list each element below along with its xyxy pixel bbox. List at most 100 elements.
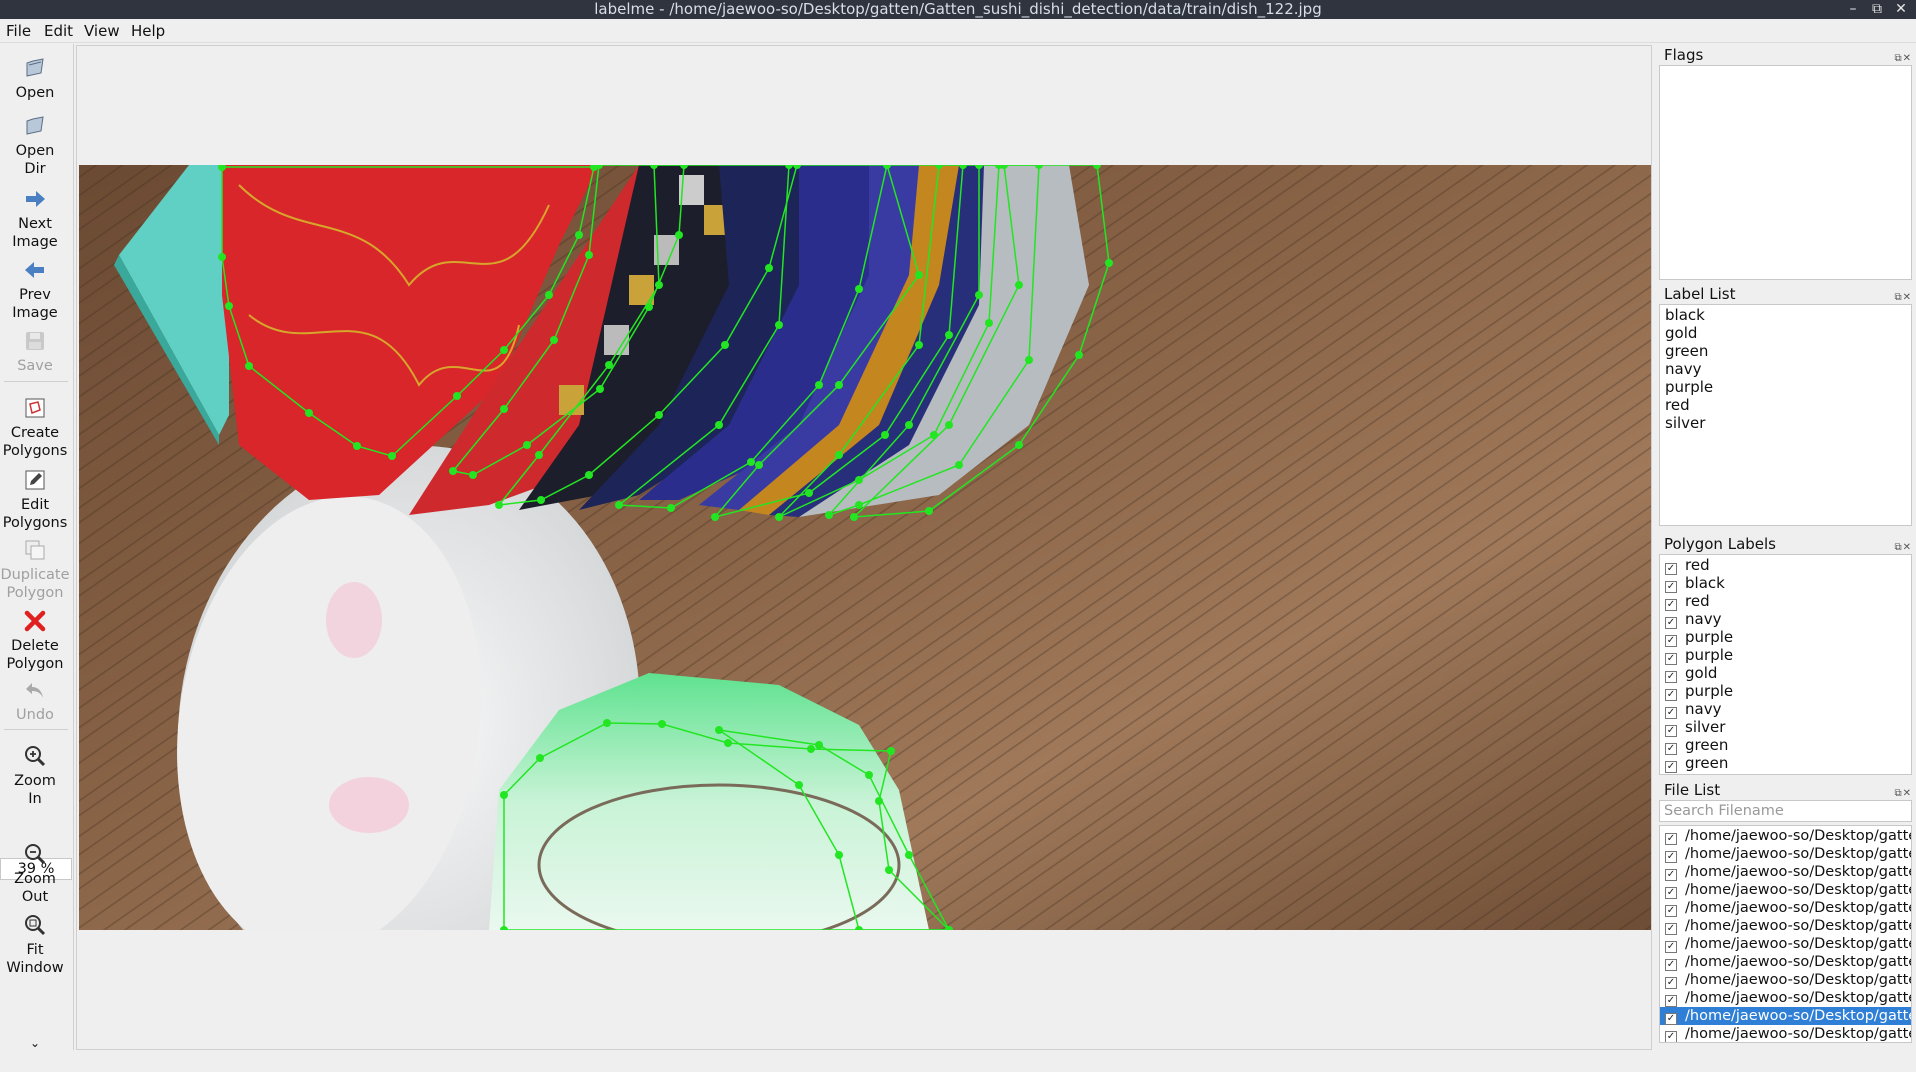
polygon-vertex[interactable]: [495, 501, 503, 509]
polygon-vertex[interactable]: [575, 231, 583, 239]
file-done-checkbox[interactable]: ✓: [1665, 941, 1677, 953]
close-window-button[interactable]: ✕: [1890, 0, 1912, 19]
polygon-vertex[interactable]: [449, 467, 457, 475]
label-list-item[interactable]: purple: [1660, 378, 1911, 396]
polygon-vertex[interactable]: [765, 264, 773, 272]
toolbar-extension-button[interactable]: ⌄: [0, 1034, 70, 1052]
polygon-vertex[interactable]: [500, 346, 508, 354]
menu-help[interactable]: Help: [131, 22, 165, 40]
polygon-vertex[interactable]: [658, 720, 666, 728]
polygon-label-item[interactable]: ✓ purple: [1660, 646, 1911, 665]
file-done-checkbox[interactable]: ✓: [1665, 923, 1677, 935]
file-done-checkbox[interactable]: ✓: [1665, 833, 1677, 845]
menu-edit[interactable]: Edit: [44, 22, 73, 40]
polygon-vertex[interactable]: [585, 471, 593, 479]
visibility-checkbox[interactable]: ✓: [1665, 761, 1677, 773]
polygon-label-item[interactable]: ✓ navy: [1660, 610, 1911, 629]
polygon-vertex[interactable]: [905, 851, 913, 859]
polygon-vertex[interactable]: [795, 781, 803, 789]
polygon-vertex[interactable]: [775, 321, 783, 329]
delete-polygon-button[interactable]: Delete Polygon: [0, 609, 70, 673]
polygon-vertex[interactable]: [225, 302, 233, 310]
polygon-label-item[interactable]: ✓ green: [1660, 754, 1911, 773]
polygon-vertex[interactable]: [815, 741, 823, 749]
polygon-vertex[interactable]: [807, 745, 815, 753]
polygon-vertex[interactable]: [500, 405, 508, 413]
file-done-checkbox[interactable]: ✓: [1665, 959, 1677, 971]
open-button[interactable]: Open: [0, 56, 70, 102]
polygon-vertex[interactable]: [603, 719, 611, 727]
polygon-vertex[interactable]: [711, 513, 719, 521]
polygon-vertex[interactable]: [775, 513, 783, 521]
polygon-vertex[interactable]: [755, 461, 763, 469]
polygon-vertex[interactable]: [535, 451, 543, 459]
undo-button[interactable]: Undo: [0, 678, 70, 724]
dock-float-close-icon[interactable]: ⧉✕: [1894, 49, 1912, 69]
polygon-vertex[interactable]: [453, 392, 461, 400]
file-search-input[interactable]: Search Filename: [1659, 800, 1912, 822]
polygon-vertex[interactable]: [721, 341, 729, 349]
polygon-vertex[interactable]: [825, 511, 833, 519]
dock-float-close-icon[interactable]: ⧉✕: [1894, 538, 1912, 558]
fit-window-button[interactable]: Fit Window: [0, 913, 70, 977]
annotation-canvas[interactable]: [76, 45, 1652, 1050]
polygon-vertex[interactable]: [645, 303, 653, 311]
create-polygons-button[interactable]: Create Polygons: [0, 396, 70, 460]
polygon-vertex[interactable]: [1025, 356, 1033, 364]
file-list-item[interactable]: ✓ /home/jaewoo-so/Desktop/gatte: [1660, 845, 1911, 863]
polygon-vertex[interactable]: [945, 331, 953, 339]
file-list-item[interactable]: ✓ /home/jaewoo-so/Desktop/gatte: [1660, 917, 1911, 935]
file-list-item[interactable]: ✓ /home/jaewoo-so/Desktop/gatte: [1660, 881, 1911, 899]
polygon-vertex[interactable]: [865, 771, 873, 779]
polygon-vertex[interactable]: [655, 411, 663, 419]
polygon-vertex[interactable]: [724, 739, 732, 747]
file-list-item[interactable]: ✓ /home/jaewoo-so/Desktop/gatte: [1660, 1007, 1911, 1025]
polygon-vertex[interactable]: [605, 361, 613, 369]
file-done-checkbox[interactable]: ✓: [1665, 977, 1677, 989]
file-done-checkbox[interactable]: ✓: [1665, 851, 1677, 863]
polygon-vertex[interactable]: [1075, 351, 1083, 359]
label-list-item[interactable]: navy: [1660, 360, 1911, 378]
polygon-vertex[interactable]: [805, 489, 813, 497]
file-done-checkbox[interactable]: ✓: [1665, 887, 1677, 899]
polygon-label-item[interactable]: ✓ green: [1660, 736, 1911, 755]
dock-float-close-icon[interactable]: ⧉✕: [1894, 784, 1912, 804]
polygon-vertex[interactable]: [388, 452, 396, 460]
polygon-vertex[interactable]: [596, 385, 604, 393]
minimize-button[interactable]: –: [1842, 0, 1864, 19]
polygon-vertex[interactable]: [985, 319, 993, 327]
polygon-labels-list[interactable]: ✓ red ✓ black ✓ red ✓ navy ✓ purple ✓ purple ✓ gold ✓ p…: [1659, 554, 1912, 775]
polygon-vertex[interactable]: [585, 251, 593, 259]
file-done-checkbox[interactable]: ✓: [1665, 995, 1677, 1007]
polygon-label-item[interactable]: ✓ navy: [1660, 700, 1911, 719]
dock-float-close-icon[interactable]: ⧉✕: [1894, 288, 1912, 308]
polygon-vertex[interactable]: [536, 754, 544, 762]
polygon-vertex[interactable]: [945, 421, 953, 429]
polygon-vertex[interactable]: [667, 504, 675, 512]
polygon-vertex[interactable]: [855, 285, 863, 293]
duplicate-polygon-button[interactable]: Duplicate Polygon: [0, 538, 70, 602]
polygon-vertex[interactable]: [915, 271, 923, 279]
file-list-item[interactable]: ✓ /home/jaewoo-so/Desktop/gatte: [1660, 971, 1911, 989]
label-list-item[interactable]: silver: [1660, 414, 1911, 432]
polygon-vertex[interactable]: [1015, 281, 1023, 289]
label-list-item[interactable]: gold: [1660, 324, 1911, 342]
polygon-vertex[interactable]: [675, 231, 683, 239]
zoom-in-button[interactable]: Zoom In: [0, 744, 70, 808]
menu-view[interactable]: View: [84, 22, 120, 40]
polygon-vertex[interactable]: [835, 381, 843, 389]
polygon-vertex[interactable]: [1105, 259, 1113, 267]
label-list-item[interactable]: green: [1660, 342, 1911, 360]
polygon-label-item[interactable]: ✓ silver: [1660, 718, 1911, 737]
polygon-vertex[interactable]: [875, 797, 883, 805]
polygon-vertex[interactable]: [925, 507, 933, 515]
file-list-item[interactable]: ✓ /home/jaewoo-so/Desktop/gatte: [1660, 899, 1911, 917]
polygon-label-item[interactable]: ✓ red: [1660, 556, 1911, 575]
file-list-item[interactable]: ✓ /home/jaewoo-so/Desktop/gatte: [1660, 863, 1911, 881]
maximize-button[interactable]: ⧉: [1866, 0, 1888, 19]
polygon-vertex[interactable]: [353, 442, 361, 450]
polygon-vertex[interactable]: [915, 341, 923, 349]
polygon-vertex[interactable]: [815, 381, 823, 389]
polygon-vertex[interactable]: [955, 461, 963, 469]
polygon-vertex[interactable]: [975, 291, 983, 299]
